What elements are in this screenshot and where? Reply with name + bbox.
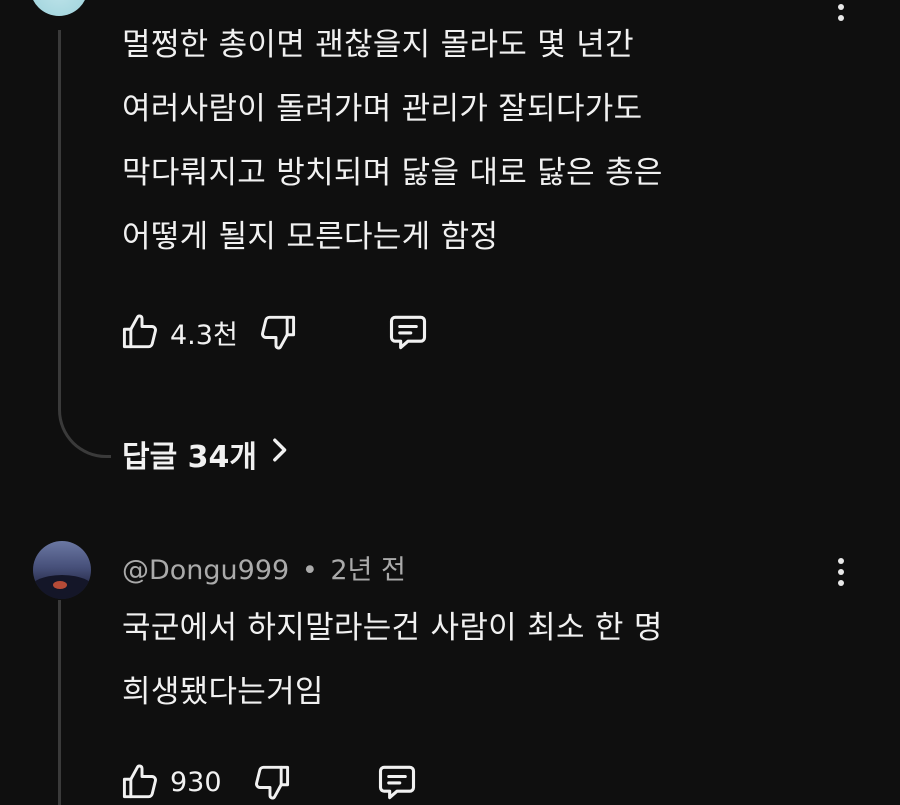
comment-text: 멀쩡한 총이면 괜찮을지 몰라도 몇 년간 여러사람이 돌려가며 관리가 잘되다… bbox=[122, 27, 663, 255]
like-count: 4.3천 bbox=[170, 319, 238, 351]
view-replies-button[interactable]: 답글 34개 bbox=[122, 432, 289, 476]
comment-time: 2년 전 bbox=[330, 555, 406, 586]
thread-connector-line bbox=[58, 600, 61, 805]
thumbs-down-icon[interactable] bbox=[256, 310, 300, 354]
comment-text: 국군에서 하지말라는건 사람이 최소 한 명 희생됐다는거임 bbox=[122, 610, 663, 710]
avatar[interactable] bbox=[30, 0, 88, 16]
thumbs-down-icon[interactable] bbox=[250, 760, 294, 804]
comment-actions: 930 bbox=[118, 760, 420, 804]
comment-bubble-icon[interactable] bbox=[374, 760, 420, 804]
thread-connector-line bbox=[58, 30, 111, 458]
chevron-right-icon bbox=[269, 436, 289, 472]
author-handle[interactable]: @Dongu999 bbox=[122, 555, 289, 586]
avatar[interactable] bbox=[33, 541, 91, 599]
comment-bubble-icon[interactable] bbox=[385, 310, 431, 354]
like-count: 930 bbox=[170, 766, 222, 798]
comment-actions: 4.3천 bbox=[118, 310, 431, 354]
thumbs-up-icon[interactable] bbox=[118, 310, 162, 354]
meta-separator: • bbox=[301, 555, 318, 586]
more-vert-icon[interactable] bbox=[835, 558, 847, 586]
comment-meta: @Dongu999 • 2년 전 bbox=[122, 548, 406, 587]
thumbs-up-icon[interactable] bbox=[118, 760, 162, 804]
replies-label: 답글 34개 bbox=[122, 440, 257, 475]
